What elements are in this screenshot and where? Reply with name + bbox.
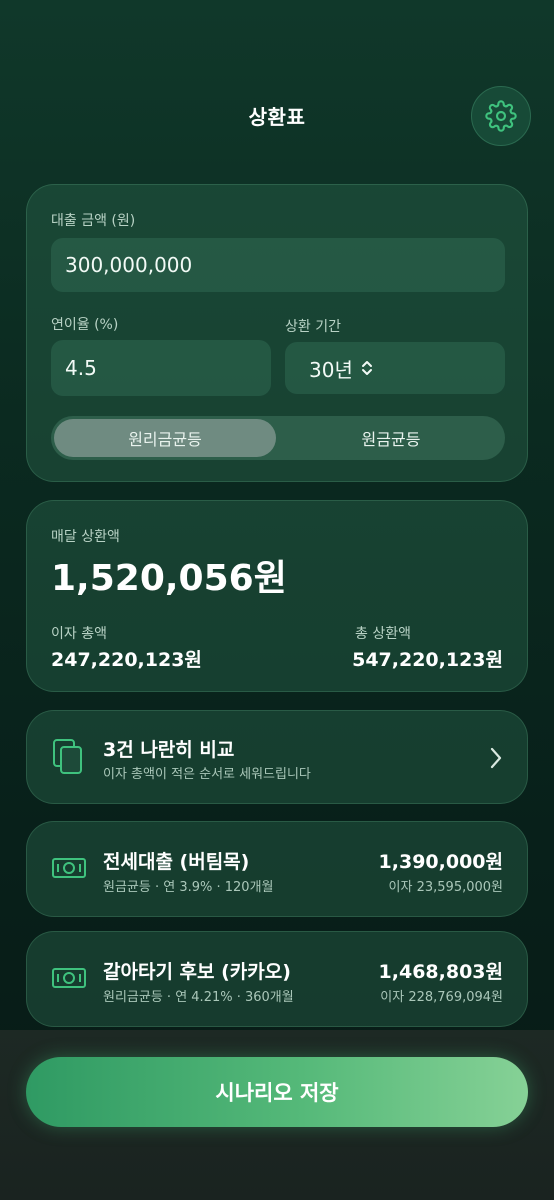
scenario-monthly-amount: 1,390,000원 xyxy=(378,851,503,873)
bottom-action-bar: 시나리오 저장 xyxy=(0,1030,554,1200)
save-scenario-button[interactable]: 시나리오 저장 xyxy=(26,1057,528,1127)
scenario-item[interactable]: 갈아타기 후보 (카카오) 원리금균등 · 연 4.21% · 360개월 1,… xyxy=(26,931,528,1027)
term-value: 30년 xyxy=(309,357,353,382)
loan-input-card: 대출 금액 (원) 300,000,000 연이율 (%) 4.5 상환 기간 … xyxy=(26,184,528,482)
interest-total-label: 이자 총액 xyxy=(51,626,107,642)
repayment-type-toggle: 원리금균등 원금균등 xyxy=(51,416,505,460)
rate-field[interactable]: 4.5 xyxy=(51,340,271,396)
cash-icon xyxy=(52,968,86,988)
gear-icon xyxy=(485,100,517,132)
segment-equal-installment[interactable]: 원리금균등 xyxy=(54,419,276,457)
chevron-right-icon xyxy=(490,747,502,769)
scenario-detail: 원리금균등 · 연 4.21% · 360개월 xyxy=(103,990,294,1005)
cash-icon xyxy=(52,858,86,878)
compare-title: 3건 나란히 비교 xyxy=(103,739,235,761)
repay-total-value: 547,220,123원 xyxy=(352,649,503,671)
term-select[interactable]: 30년 xyxy=(285,342,505,394)
scenario-interest: 이자 23,595,000원 xyxy=(388,880,503,895)
result-card: 매달 상환액 1,520,056원 이자 총액 247,220,123원 총 상… xyxy=(26,500,528,692)
loan-amount-label: 대출 금액 (원) xyxy=(51,213,136,229)
rate-label: 연이율 (%) xyxy=(51,317,119,333)
settings-button[interactable] xyxy=(471,86,531,146)
header: 상환표 xyxy=(0,80,554,150)
monthly-payment-value: 1,520,056원 xyxy=(51,558,287,599)
compare-card[interactable]: 3건 나란히 비교 이자 총액이 적은 순서로 세워드립니다 xyxy=(26,710,528,804)
segment-equal-principal[interactable]: 원금균등 xyxy=(280,419,502,457)
scenario-monthly-amount: 1,468,803원 xyxy=(378,961,503,983)
scenario-interest: 이자 228,769,094원 xyxy=(380,990,503,1005)
term-label: 상환 기간 xyxy=(285,319,341,335)
compare-subtitle: 이자 총액이 적은 순서로 세워드립니다 xyxy=(103,767,311,782)
repay-total-label: 총 상환액 xyxy=(355,626,411,642)
scenario-title: 전세대출 (버팀목) xyxy=(103,851,250,873)
loan-amount-field[interactable]: 300,000,000 xyxy=(51,238,505,292)
interest-total-value: 247,220,123원 xyxy=(51,649,202,671)
scenario-detail: 원금균등 · 연 3.9% · 120개월 xyxy=(103,880,274,895)
chevron-up-down-icon xyxy=(361,361,372,375)
monthly-payment-label: 매달 상환액 xyxy=(51,529,120,545)
scenario-title: 갈아타기 후보 (카카오) xyxy=(103,961,291,983)
copy-cards-icon xyxy=(53,739,82,774)
scenario-item[interactable]: 전세대출 (버팀목) 원금균등 · 연 3.9% · 120개월 1,390,0… xyxy=(26,821,528,917)
